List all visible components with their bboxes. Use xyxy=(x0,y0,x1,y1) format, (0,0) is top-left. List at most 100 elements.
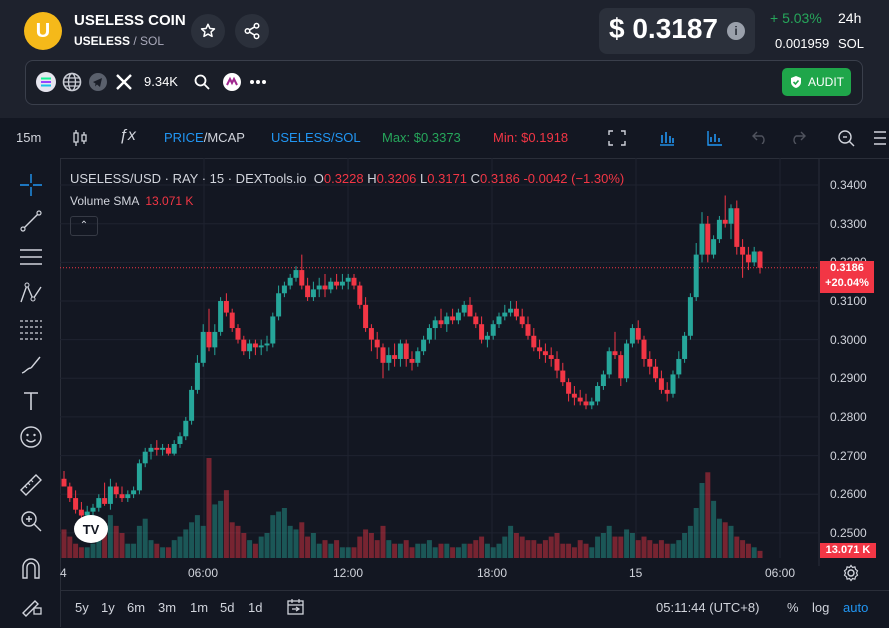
x-twitter-icon[interactable] xyxy=(114,72,134,92)
header-bar: U USELESS COIN USELESS / SOL $ 0.3187 i … xyxy=(0,0,889,118)
candle-body xyxy=(513,308,519,317)
interval-selector[interactable]: 15m xyxy=(16,130,41,145)
candle-type-icon[interactable] xyxy=(72,129,88,147)
candle-body xyxy=(461,304,467,313)
candle-body xyxy=(560,370,566,383)
candle-body xyxy=(409,358,415,363)
volume-bar xyxy=(229,522,235,558)
volume-bar xyxy=(426,540,432,558)
candle-body xyxy=(473,316,479,325)
share-button[interactable] xyxy=(235,14,269,48)
audit-button[interactable]: AUDIT xyxy=(782,68,851,96)
volume-legend: Volume SMA 13.071 K xyxy=(70,194,193,208)
range-5d[interactable]: 5d xyxy=(220,600,234,615)
volume-bar xyxy=(658,540,664,558)
volume-bar xyxy=(218,500,224,558)
volume-value: 13.071 K xyxy=(145,194,194,208)
volume-bar xyxy=(629,533,635,558)
text-tool-icon[interactable] xyxy=(18,388,44,414)
brush-tool-icon[interactable] xyxy=(18,352,44,378)
search-icon[interactable] xyxy=(192,72,212,92)
candle-body xyxy=(142,451,148,464)
date-range-icon[interactable] xyxy=(286,598,306,616)
volume-bar xyxy=(554,533,560,558)
candle-body xyxy=(380,347,386,363)
fib-tool-icon[interactable] xyxy=(18,316,44,342)
fullscreen-icon[interactable] xyxy=(608,130,626,146)
zoom-in-tool-icon[interactable] xyxy=(18,508,44,534)
undo-icon[interactable] xyxy=(752,130,768,144)
time-tick-label: 06:00 xyxy=(188,566,219,580)
volume-bar xyxy=(734,536,740,558)
candle-body xyxy=(334,281,340,286)
favorite-button[interactable] xyxy=(191,14,225,48)
chart-bars-icon[interactable] xyxy=(658,129,676,147)
candlestick-chart[interactable] xyxy=(60,158,820,566)
magnet-tool-icon[interactable] xyxy=(18,556,44,582)
volume-bar xyxy=(200,525,206,558)
min-price: Min: $0.1918 xyxy=(493,130,569,145)
volume-bar xyxy=(409,547,415,558)
candle-body xyxy=(206,331,212,348)
horizontal-lines-tool-icon[interactable] xyxy=(18,244,44,270)
pattern-tool-icon[interactable] xyxy=(18,280,44,306)
volume-bar xyxy=(484,543,490,558)
volume-bar xyxy=(305,536,311,558)
candle-body xyxy=(107,486,113,504)
more-icon[interactable] xyxy=(248,72,268,92)
volume-bar xyxy=(345,547,351,558)
volume-bar xyxy=(740,540,746,558)
volume-bar xyxy=(583,543,589,558)
candle-body xyxy=(635,328,641,340)
pair-toggle[interactable]: USELESS/SOL xyxy=(271,130,361,145)
social-bar: 9.34K AUDIT xyxy=(25,60,863,105)
candle-body xyxy=(339,281,345,286)
trendline-tool-icon[interactable] xyxy=(18,208,44,234)
volume-bar xyxy=(624,529,630,558)
volume-bar xyxy=(513,533,519,558)
ruler-tool-icon[interactable] xyxy=(18,472,44,498)
candle-body xyxy=(757,251,763,268)
collapse-legend-button[interactable]: ⌃ xyxy=(70,216,98,236)
range-1m[interactable]: 1m xyxy=(190,600,208,615)
settings-gear-icon[interactable] xyxy=(842,564,860,582)
range-5y[interactable]: 5y xyxy=(75,600,89,615)
range-6m[interactable]: 6m xyxy=(127,600,145,615)
crosshair-tool-icon[interactable] xyxy=(18,172,44,198)
lock-drawing-tool-icon[interactable] xyxy=(18,592,44,618)
candle-body xyxy=(577,397,583,402)
volume-bar xyxy=(542,540,548,558)
volume-bar xyxy=(334,540,340,558)
volume-bar xyxy=(612,536,618,558)
price-mcap-toggle[interactable]: PRICE/MCAP xyxy=(164,130,245,145)
clock[interactable]: 05:11:44 (UTC+8) xyxy=(656,600,759,615)
volume-bar xyxy=(212,504,218,558)
range-1y[interactable]: 1y xyxy=(101,600,115,615)
redo-icon[interactable] xyxy=(790,130,806,144)
candle-body xyxy=(751,251,757,263)
dextools-icon[interactable] xyxy=(222,72,242,92)
price-change: + 5.03% xyxy=(770,10,822,26)
volume-bar xyxy=(241,533,247,558)
telegram-icon[interactable] xyxy=(88,72,108,92)
candle-body xyxy=(61,478,67,487)
chart-line-icon[interactable] xyxy=(706,129,724,147)
volume-bar xyxy=(183,529,189,558)
volume-bar xyxy=(479,536,485,558)
range-3m[interactable]: 3m xyxy=(158,600,176,615)
solana-icon[interactable] xyxy=(36,72,56,92)
globe-icon[interactable] xyxy=(62,72,82,92)
zoom-tool-icon[interactable] xyxy=(836,128,856,148)
emoji-tool-icon[interactable] xyxy=(18,424,44,450)
volume-bar xyxy=(751,547,757,558)
indicators-icon[interactable]: ƒx xyxy=(119,127,136,145)
info-icon[interactable]: i xyxy=(727,22,745,40)
percent-toggle[interactable]: % xyxy=(787,600,799,615)
volume-bar xyxy=(670,543,676,558)
range-1d[interactable]: 1d xyxy=(248,600,262,615)
auto-toggle[interactable]: auto xyxy=(843,600,868,615)
more-tools-icon[interactable] xyxy=(872,128,886,148)
tradingview-logo[interactable]: TV xyxy=(74,515,108,543)
candle-body xyxy=(641,339,647,359)
log-toggle[interactable]: log xyxy=(812,600,829,615)
